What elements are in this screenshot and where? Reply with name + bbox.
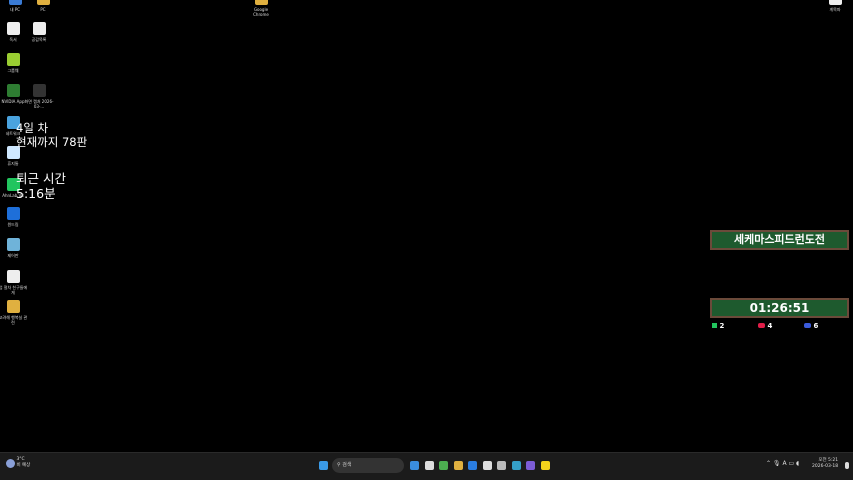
desktop-icon-label: 게목파	[829, 7, 841, 12]
red-marker-icon	[758, 323, 765, 328]
app-icon	[6, 238, 20, 251]
desktop-icon[interactable]: 공감목록	[24, 22, 54, 42]
start-button[interactable]	[319, 461, 328, 470]
green-marker-icon	[712, 323, 717, 328]
app-icon	[6, 270, 20, 283]
app-icon	[828, 0, 842, 5]
app-icon	[8, 0, 22, 5]
desktop-icon[interactable]: Google Chrome	[246, 0, 276, 17]
desktop-icon[interactable]: 내 PC	[0, 0, 30, 12]
desktop-icon[interactable]: 그룹웨	[0, 53, 28, 73]
app-icon	[6, 207, 20, 220]
day-count: 4일 차	[16, 121, 49, 135]
games-count: 현재까지 78판	[16, 135, 88, 149]
desktop-icon[interactable]: 고려해 행복실 관련	[0, 300, 28, 325]
search-box[interactable]: ⚲ 검색	[332, 458, 404, 473]
taskbar-app-icon[interactable]	[468, 461, 477, 470]
leave-time-label: 퇴근 시간	[16, 171, 66, 186]
desktop-icon[interactable]: PC	[28, 0, 58, 12]
taskbar-app-icon[interactable]	[540, 461, 550, 470]
desktop-icon-label: 업 절차 친구들에게	[0, 285, 28, 295]
taskbar-app-icon[interactable]	[497, 461, 506, 470]
desktop-icon[interactable]: 게목파	[820, 0, 850, 12]
overlay-text-bottom: 퇴근 시간 5:16분	[16, 171, 66, 201]
blue-marker-icon	[804, 323, 811, 328]
taskbar-app-icon[interactable]	[439, 461, 448, 470]
app-icon	[32, 22, 46, 35]
taskbar-app-icon[interactable]	[526, 461, 535, 470]
desktop-icon[interactable]: 휴지통	[0, 146, 28, 166]
app-icon	[254, 0, 268, 5]
timer-banner: 01:26:51	[710, 298, 849, 318]
app-icon	[6, 300, 20, 313]
weather-icon	[6, 458, 15, 468]
taskbar-app-icon[interactable]	[511, 461, 521, 470]
app-icon	[6, 84, 20, 97]
desktop-icon-label: 공감목록	[31, 37, 47, 42]
desktop-icon-label: 화면 캡처 2026-03-...	[24, 99, 54, 109]
app-icon	[6, 53, 20, 66]
taskbar-app-icon[interactable]	[453, 461, 463, 470]
desktop-icon-label: 고려해 행복실 관련	[0, 315, 28, 325]
desktop-icon-label: Google Chrome	[253, 7, 269, 17]
desktop-icon-label: 내 PC	[9, 7, 21, 12]
notification-bell-icon[interactable]	[845, 462, 849, 469]
taskbar-app-icon[interactable]	[482, 461, 492, 470]
desktop-icon-label: 제어판	[7, 253, 19, 258]
taskbar-app-icon[interactable]	[424, 461, 434, 470]
leave-time-value: 5:16분	[16, 186, 56, 201]
desktop-icon-label: 원드림	[7, 222, 19, 227]
system-tray[interactable]: ⌃ 🎙 A ▭ ◖	[766, 461, 799, 467]
desktop-icon-label: 휴지통	[7, 161, 19, 166]
taskbar: 3°C 비 예상 ⚲ 검색 ⌃ 🎙 A ▭ ◖ 오전 5:21 2026-03-18	[0, 452, 853, 480]
overlay-text-top: 4일 차 현재까지 78판	[16, 121, 87, 149]
desktop-icon-label: 그룹웨	[7, 68, 19, 73]
desktop-icon[interactable]: 업 절차 친구들에게	[0, 270, 28, 295]
weather-widget[interactable]: 3°C 비 예상	[6, 457, 30, 469]
desktop-icon[interactable]: 제어판	[0, 238, 28, 258]
taskbar-app-icon[interactable]	[410, 461, 419, 470]
desktop-icon[interactable]: 화면 캡처 2026-03-...	[24, 84, 54, 109]
desktop-icon[interactable]: 원드림	[0, 207, 28, 227]
app-icon	[32, 84, 46, 97]
challenge-title-banner: 세케마스피드런도전	[710, 230, 849, 250]
clock[interactable]: 오전 5:21 2026-03-18	[812, 458, 838, 470]
app-icon	[6, 22, 20, 35]
desktop-icon-label: PC	[40, 7, 46, 12]
app-icon	[36, 0, 50, 5]
